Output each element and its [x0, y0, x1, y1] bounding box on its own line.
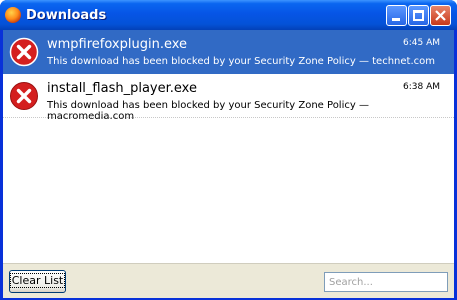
error-icon: [10, 82, 38, 110]
clear-list-label: Clear List: [9, 273, 66, 288]
download-item[interactable]: wmpfirefoxplugin.exe 6:45 AM This downlo…: [3, 30, 454, 74]
downloads-window: Downloads wmpfirefoxplugin.exe 6:45 AM T…: [0, 0, 457, 300]
error-icon: [9, 37, 39, 67]
maximize-button[interactable]: [408, 5, 429, 26]
download-list[interactable]: wmpfirefoxplugin.exe 6:45 AM This downlo…: [3, 30, 454, 263]
search-input[interactable]: [324, 272, 448, 292]
download-filename: install_flash_player.exe: [47, 81, 197, 96]
download-status: This download has been blocked by your S…: [47, 100, 369, 122]
download-time: 6:45 AM: [403, 38, 440, 48]
close-button[interactable]: [430, 5, 451, 26]
firefox-icon: [5, 7, 21, 23]
title-bar[interactable]: Downloads: [0, 0, 457, 30]
download-time: 6:38 AM: [403, 82, 440, 92]
close-icon: [435, 10, 446, 21]
window-title: Downloads: [26, 8, 107, 23]
minimize-button[interactable]: [386, 5, 407, 26]
download-filename: wmpfirefoxplugin.exe: [47, 37, 188, 52]
bottom-toolbar: Clear List: [3, 263, 454, 298]
download-status: This download has been blocked by your S…: [47, 56, 435, 67]
download-item[interactable]: install_flash_player.exe 6:38 AM This do…: [3, 74, 454, 122]
clear-list-button[interactable]: Clear List: [9, 270, 66, 293]
window-client: wmpfirefoxplugin.exe 6:45 AM This downlo…: [3, 30, 454, 298]
